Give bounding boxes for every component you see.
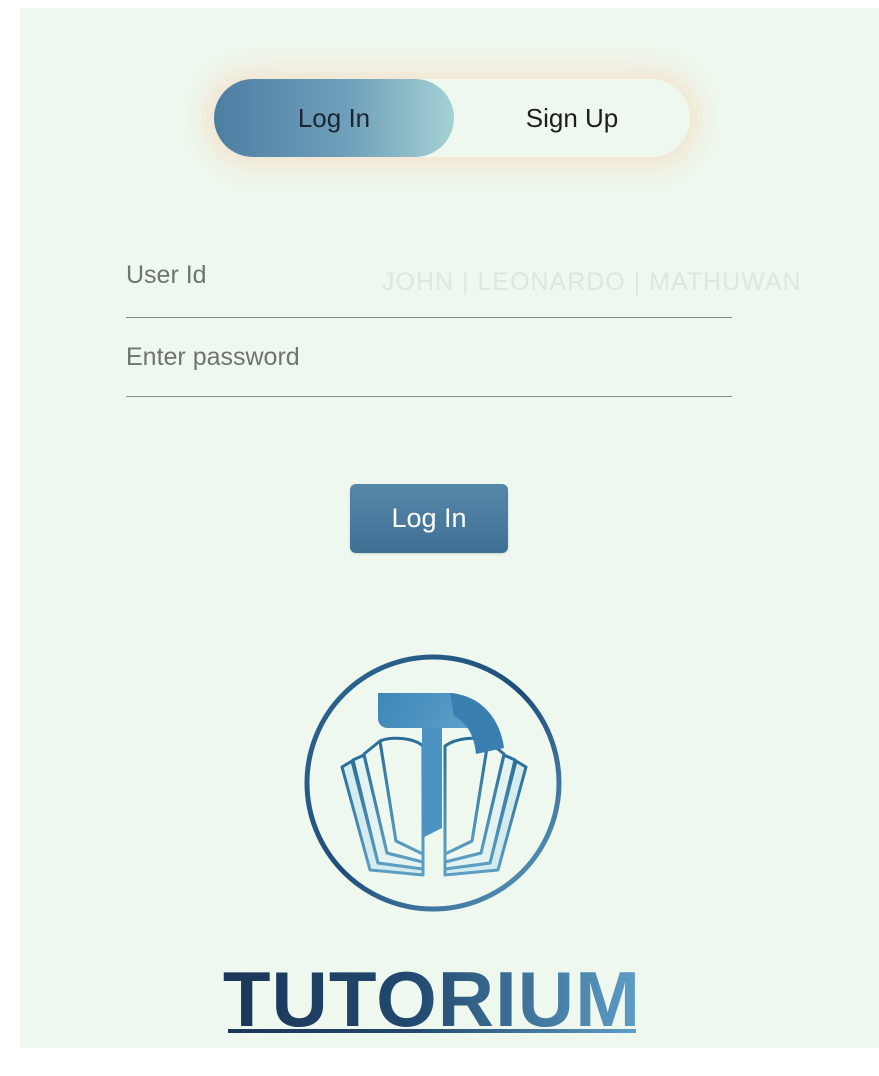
login-submit-button[interactable]: Log In	[350, 484, 508, 553]
brand-underline	[228, 1029, 636, 1033]
signup-tab[interactable]: Sign Up	[454, 79, 690, 157]
login-tab-label: Log In	[297, 102, 371, 133]
auth-mode-toggle: Log In Sign Up	[214, 79, 690, 157]
signup-tab-label: Sign Up	[525, 102, 619, 133]
user-id-input[interactable]	[126, 251, 732, 299]
login-tab[interactable]: Log In	[214, 79, 454, 157]
book-logo-icon	[304, 654, 562, 912]
login-panel: Log In Sign Up JOHN | LEONARDO | MATHUWA…	[20, 8, 879, 1048]
password-field-container	[126, 333, 732, 397]
password-input[interactable]	[126, 333, 732, 381]
user-id-field-container	[126, 251, 732, 318]
tutorium-wordmark: TUTORIUM	[223, 956, 641, 1036]
brand-name: TUTORIUM	[223, 956, 641, 1036]
